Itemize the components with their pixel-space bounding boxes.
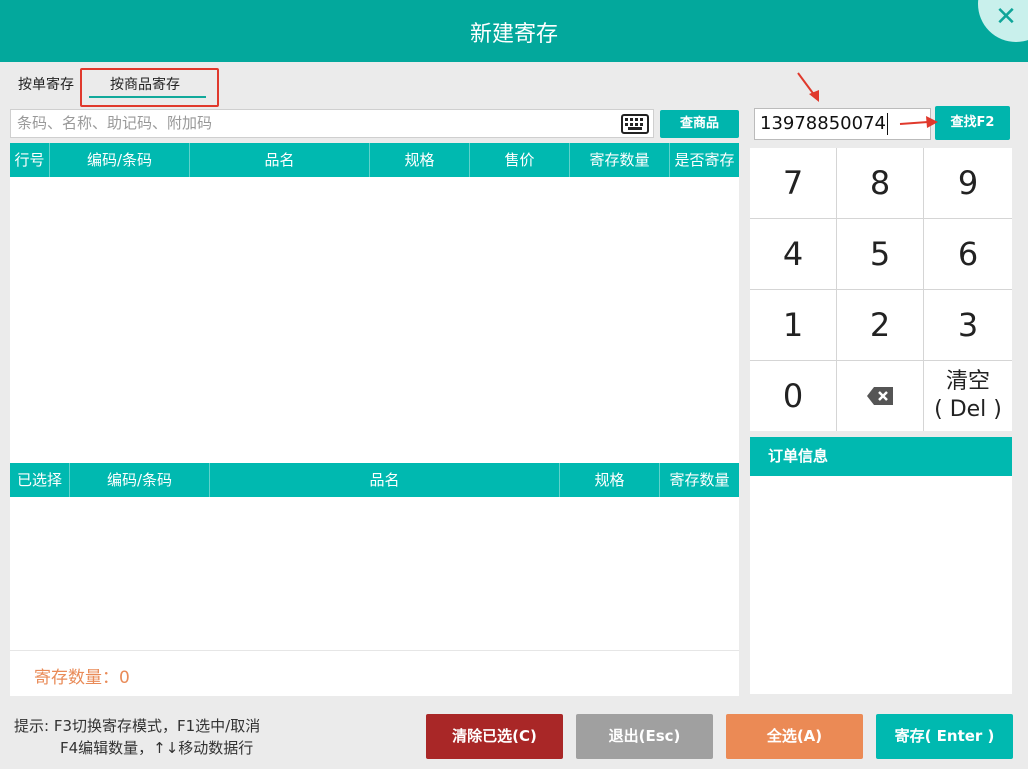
key-2[interactable]: 2 — [837, 290, 924, 361]
find-product-button[interactable]: 查商品 — [660, 110, 739, 138]
product-table-header: 行号 编码/条码 品名 规格 售价 寄存数量 是否寄存 — [10, 143, 739, 177]
deposit-quantity-label: 寄存数量： — [34, 668, 119, 688]
annotation-arrow-down-icon — [797, 72, 819, 102]
column-header[interactable]: 品名 — [210, 463, 560, 497]
key-3[interactable]: 3 — [924, 290, 1012, 361]
hint-line-2: F4编辑数量，↑↓移动数据行 — [60, 739, 254, 757]
divider — [10, 650, 739, 651]
tab-by-product[interactable]: 按商品寄存 — [110, 74, 180, 94]
deposit-button[interactable]: 寄存( Enter ) — [876, 714, 1013, 759]
key-clear-shortcut: ( Del ) — [934, 397, 1002, 422]
select-all-button[interactable]: 全选(A) — [726, 714, 863, 759]
window-title: 新建寄存 — [469, 22, 558, 47]
title-bar: 新建寄存 ✕ — [0, 0, 1028, 62]
column-header[interactable]: 售价 — [470, 143, 570, 177]
column-header[interactable]: 编码/条码 — [50, 143, 190, 177]
backspace-icon — [867, 387, 893, 405]
column-header[interactable]: 行号 — [10, 143, 50, 177]
key-6[interactable]: 6 — [924, 219, 1012, 290]
member-phone-value: 13978850074 — [760, 113, 886, 134]
key-9[interactable]: 9 — [924, 148, 1012, 219]
key-clear[interactable]: 清空 ( Del ) — [924, 361, 1012, 431]
column-header[interactable]: 已选择 — [10, 463, 70, 497]
product-search-input[interactable] — [11, 110, 611, 137]
deposit-quantity-value: 0 — [119, 668, 130, 688]
annotation-arrow-right-icon — [899, 116, 938, 128]
key-8[interactable]: 8 — [837, 148, 924, 219]
active-tab-indicator — [89, 96, 206, 98]
key-5[interactable]: 5 — [837, 219, 924, 290]
column-header[interactable]: 规格 — [560, 463, 660, 497]
numeric-keypad: 7 8 9 4 5 6 1 2 3 0 清空 ( Del ) — [750, 148, 1012, 431]
key-backspace[interactable] — [837, 361, 924, 431]
hint-line-1: 提示: F3切换寄存模式，F1选中/取消 — [14, 717, 261, 735]
key-1[interactable]: 1 — [750, 290, 837, 361]
column-header[interactable]: 寄存数量 — [570, 143, 670, 177]
tab-by-order[interactable]: 按单寄存 — [18, 74, 74, 94]
column-header[interactable]: 编码/条码 — [70, 463, 210, 497]
order-info-panel: 订单信息 — [750, 437, 1012, 694]
column-header[interactable]: 寄存数量 — [660, 463, 739, 497]
shortcut-hint: 提示: F3切换寄存模式，F1选中/取消 F4编辑数量，↑↓移动数据行 — [14, 715, 260, 759]
selected-table-header: 已选择 编码/条码 品名 规格 寄存数量 — [10, 463, 739, 497]
find-member-button[interactable]: 查找F2 — [935, 106, 1010, 140]
key-clear-label: 清空 — [945, 369, 990, 394]
product-search — [10, 109, 654, 138]
keyboard-icon[interactable] — [621, 114, 649, 134]
selected-table: 已选择 编码/条码 品名 规格 寄存数量 寄存数量：0 — [10, 463, 739, 696]
order-info-title: 订单信息 — [750, 437, 1012, 476]
column-header[interactable]: 规格 — [370, 143, 470, 177]
key-0[interactable]: 0 — [750, 361, 837, 431]
close-icon[interactable]: ✕ — [986, 0, 1026, 34]
deposit-quantity-summary: 寄存数量：0 — [34, 663, 130, 688]
column-header[interactable]: 品名 — [190, 143, 370, 177]
key-4[interactable]: 4 — [750, 219, 837, 290]
column-header[interactable]: 是否寄存 — [670, 143, 739, 177]
key-7[interactable]: 7 — [750, 148, 837, 219]
clear-selected-button[interactable]: 清除已选(C) — [426, 714, 563, 759]
product-table: 行号 编码/条码 品名 规格 售价 寄存数量 是否寄存 — [10, 143, 739, 463]
exit-button[interactable]: 退出(Esc) — [576, 714, 713, 759]
text-caret — [886, 113, 888, 135]
